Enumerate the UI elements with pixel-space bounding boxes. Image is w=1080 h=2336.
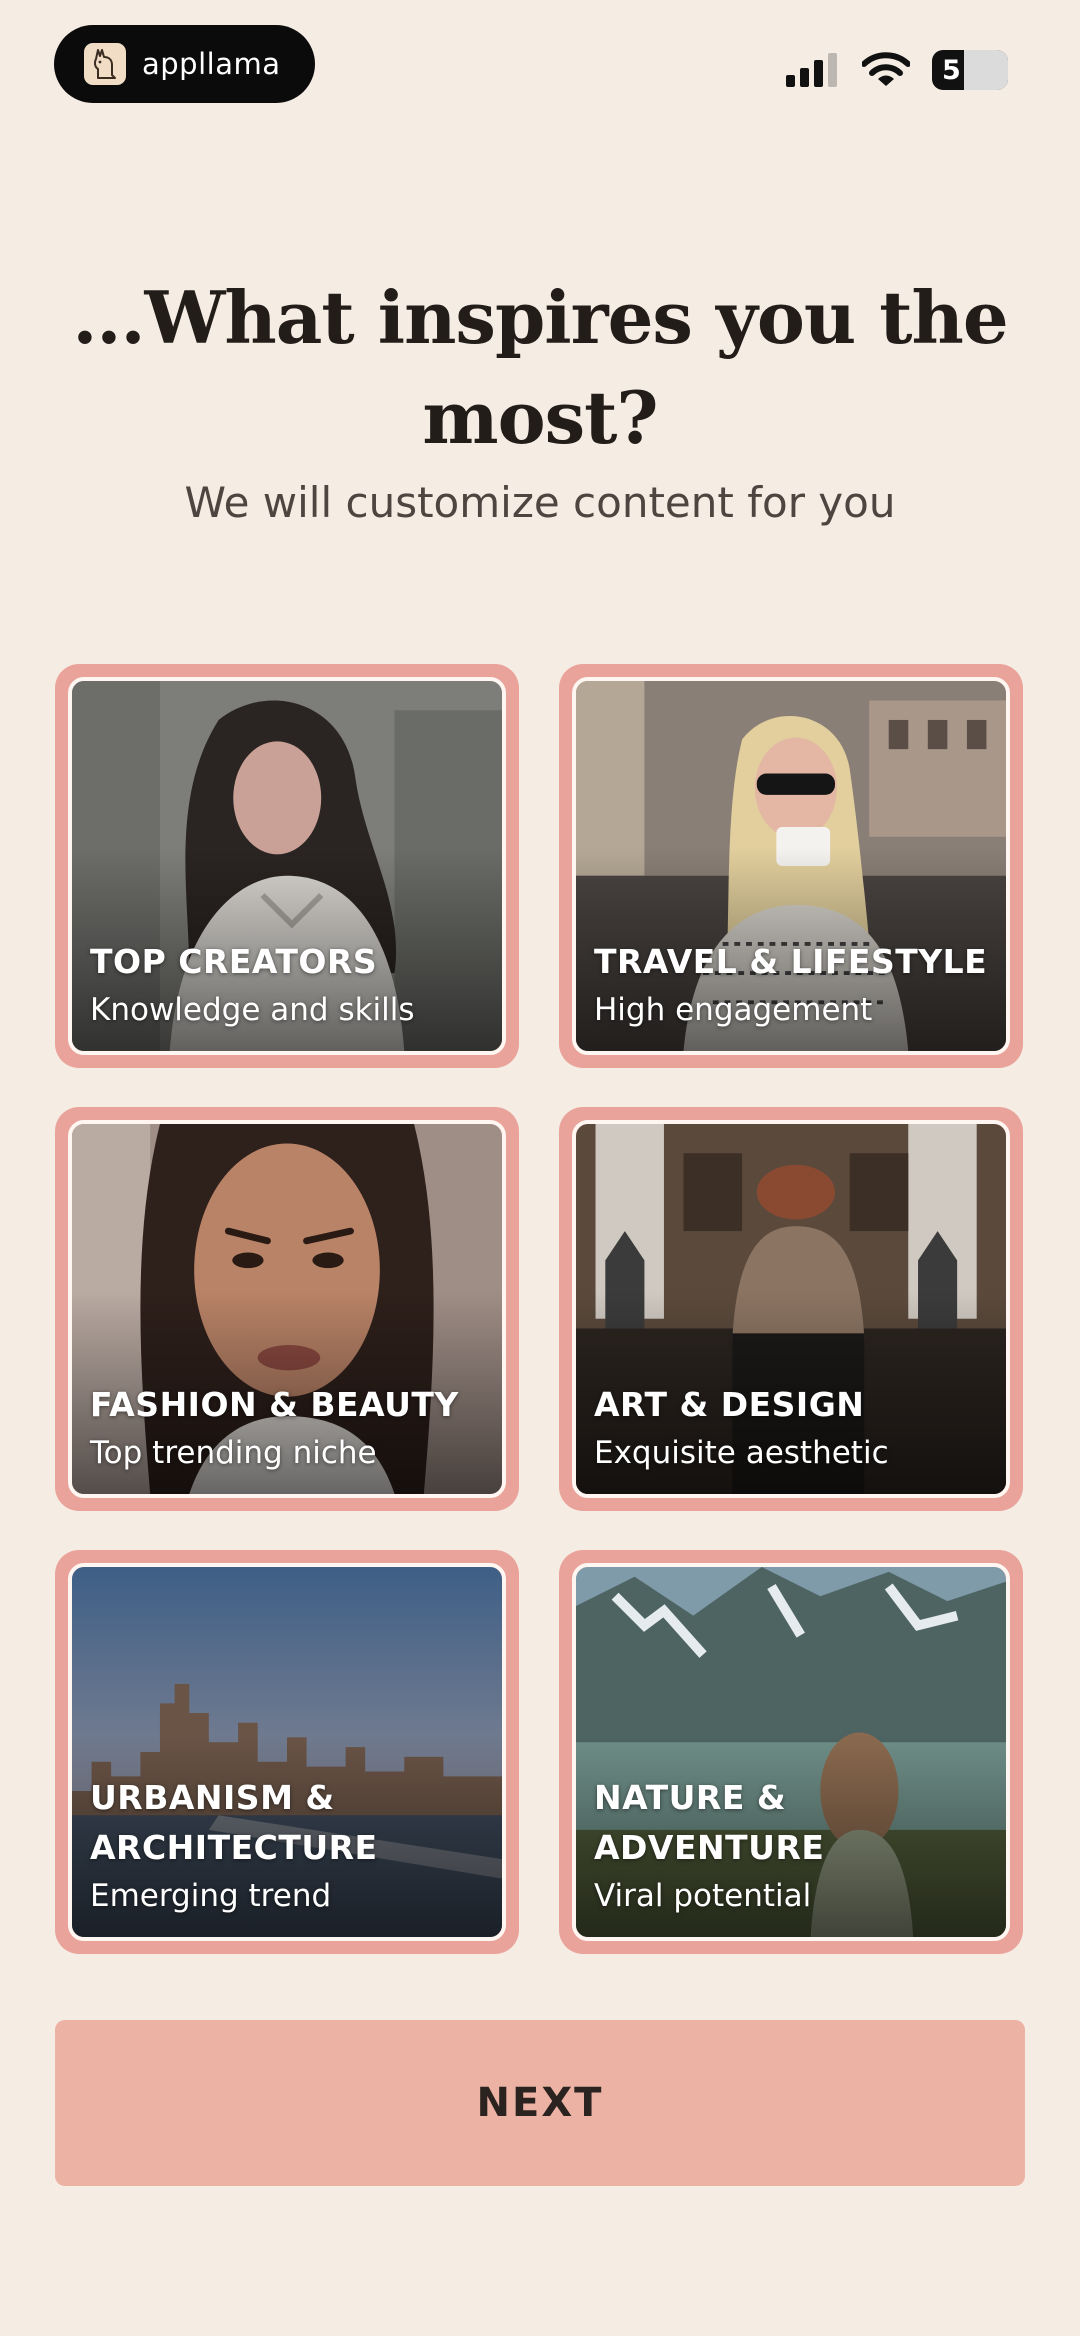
next-button[interactable]: NEXT [55, 2020, 1025, 2186]
card-top-creators[interactable]: TOP CREATORS Knowledge and skills [55, 664, 519, 1068]
llama-logo-icon [84, 43, 126, 85]
card-subtitle: Viral potential [594, 1878, 812, 1914]
card-subtitle: Top trending niche [90, 1435, 377, 1471]
page-subtitle: We will customize content for you [184, 478, 896, 527]
card-subtitle: Exquisite aesthetic [594, 1435, 889, 1471]
card-travel-lifestyle[interactable]: TRAVEL & LIFESTYLE High engagement [559, 664, 1023, 1068]
system-icons: 5 [786, 48, 1008, 92]
battery-icon: 5 [932, 50, 1008, 90]
status-bar: appllama 5 [0, 0, 1080, 130]
card-urbanism-architecture[interactable]: URBANISM & ARCHITECTURE Emerging trend [55, 1550, 519, 1954]
card-art-design[interactable]: ART & DESIGN Exquisite aesthetic [559, 1107, 1023, 1511]
cellular-signal-icon [786, 53, 837, 87]
battery-level: 5 [942, 54, 961, 86]
card-title: TRAVEL & LIFESTYLE [594, 942, 988, 981]
card-nature-adventure[interactable]: NATURE & ADVENTURE Viral potential [559, 1550, 1023, 1954]
app-badge[interactable]: appllama [54, 25, 315, 103]
wifi-icon [862, 52, 910, 86]
card-subtitle: Emerging trend [90, 1878, 332, 1914]
card-fashion-beauty[interactable]: FASHION & BEAUTY Top trending niche [55, 1107, 519, 1511]
card-title: NATURE & ADVENTURE [594, 1778, 825, 1867]
card-title: TOP CREATORS [90, 942, 378, 981]
card-subtitle: High engagement [594, 992, 873, 1028]
app-name: appllama [142, 47, 281, 81]
card-title: FASHION & BEAUTY [90, 1385, 459, 1424]
card-subtitle: Knowledge and skills [90, 992, 415, 1028]
card-title: URBANISM & ARCHITECTURE [90, 1778, 378, 1867]
page-title: ...What inspires you the most? [72, 275, 1008, 460]
card-title: ART & DESIGN [594, 1385, 865, 1424]
